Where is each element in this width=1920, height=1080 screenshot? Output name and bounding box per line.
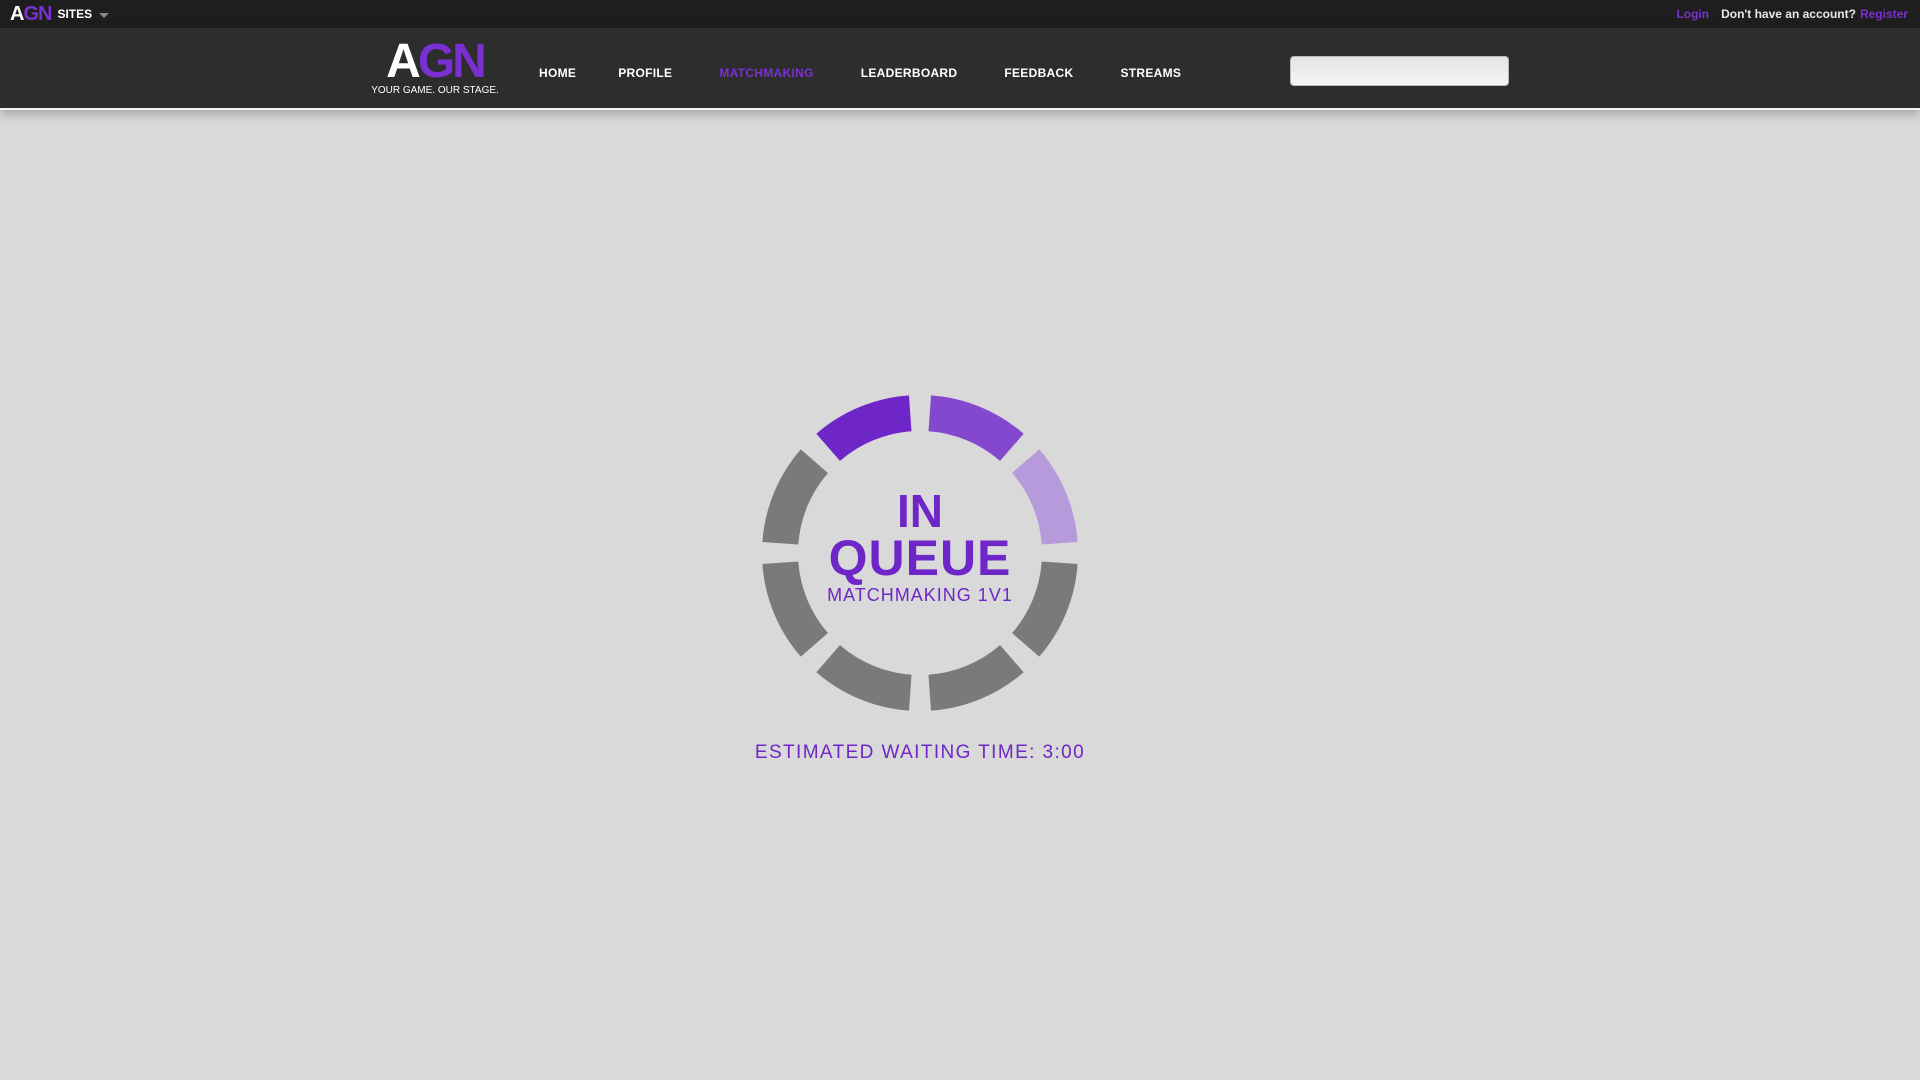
sites-logo-a: A — [10, 3, 24, 25]
spinner-segment-6 — [816, 645, 912, 711]
queue-status-line1: IN — [897, 485, 943, 537]
main-nav: HOME PROFILE MATCHMAKING LEADERBOARD FEE… — [539, 66, 1181, 80]
nav-matchmaking[interactable]: MATCHMAKING — [719, 66, 813, 80]
nav-feedback[interactable]: FEEDBACK — [1004, 66, 1073, 80]
register-link[interactable]: Register — [1860, 7, 1908, 21]
estimated-wait-time: ESTIMATED WAITING TIME: 3:00 — [754, 742, 1086, 763]
logo-tagline: YOUR GAME. OUR STAGE. — [371, 85, 499, 96]
login-link[interactable]: Login — [1676, 7, 1709, 21]
top-bar: A GN SITES Login Don't have an account? Reg… — [0, 0, 1920, 28]
sites-logo-gn: GN — [23, 3, 52, 25]
search-input[interactable] — [1290, 56, 1509, 86]
queue-status-line2: QUEUE — [828, 530, 1012, 586]
queue-status: IN QUEUE MATCHMAKING 1V1 — [760, 488, 1080, 606]
account-links: Login Don't have an account? Register — [1676, 7, 1908, 21]
queue-spinner: IN QUEUE MATCHMAKING 1V1 — [760, 393, 1080, 713]
logo-mark: AGN — [386, 35, 487, 88]
queue-mode: MATCHMAKING 1V1 — [827, 585, 1013, 605]
spinner-segment-1 — [816, 395, 912, 461]
sites-label: SITES — [57, 7, 93, 21]
spinner-segment-2 — [928, 395, 1024, 461]
nav-streams[interactable]: STREAMS — [1120, 66, 1181, 80]
agn-logo[interactable]: AGN YOUR GAME. OUR STAGE. — [370, 35, 500, 100]
spinner-segment-5 — [928, 645, 1024, 711]
chevron-down-icon — [99, 12, 110, 18]
nav-leaderboard[interactable]: LEADERBOARD — [861, 66, 958, 80]
sites-dropdown[interactable]: A GN SITES — [10, 3, 110, 25]
nav-home[interactable]: HOME — [539, 66, 576, 80]
main-header: AGN YOUR GAME. OUR STAGE. HOME PROFILE M… — [0, 28, 1920, 110]
nav-profile[interactable]: PROFILE — [618, 66, 672, 80]
no-account-text: Don't have an account? — [1721, 7, 1856, 21]
